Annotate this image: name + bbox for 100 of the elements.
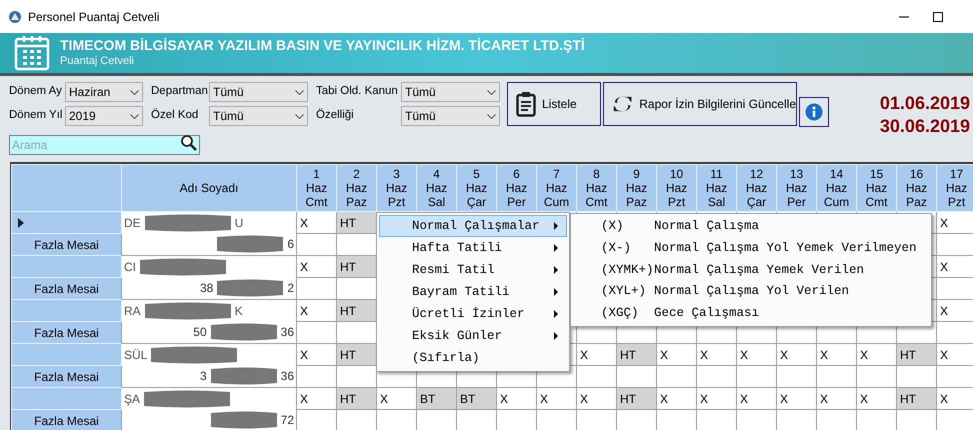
info-button[interactable] bbox=[799, 97, 829, 127]
dropdown[interactable]: Tümü bbox=[401, 106, 500, 126]
day-cell[interactable]: X bbox=[656, 388, 696, 410]
id-fragment: 36 bbox=[280, 368, 294, 385]
redaction-blot bbox=[215, 235, 286, 253]
chevron-down-icon bbox=[487, 114, 496, 118]
chevron-down-icon bbox=[295, 90, 304, 94]
day-cell[interactable]: X bbox=[936, 212, 973, 234]
start-date: 01.06.2019 bbox=[880, 92, 970, 115]
column-header: 12 Haz Çar bbox=[736, 164, 776, 212]
day-cell[interactable]: X bbox=[296, 388, 336, 410]
menu-item[interactable]: Normal Çalışmalar bbox=[379, 215, 567, 237]
day-cell[interactable]: X bbox=[696, 388, 736, 410]
redaction-blot bbox=[215, 279, 286, 297]
day-cell[interactable]: X bbox=[576, 344, 616, 366]
menu-item[interactable]: (X) Normal Çalışma bbox=[571, 216, 931, 238]
row-header[interactable] bbox=[12, 212, 122, 234]
id-fragment: 36 bbox=[280, 324, 294, 341]
day-cell[interactable]: X bbox=[376, 388, 416, 410]
day-cell[interactable]: X bbox=[936, 388, 973, 410]
dropdown[interactable]: Haziran bbox=[65, 82, 143, 102]
day-cell[interactable]: X bbox=[536, 388, 576, 410]
day-cell[interactable]: X bbox=[736, 344, 776, 366]
menu-item[interactable]: (XGÇ) Gece Çalışması bbox=[571, 302, 931, 324]
submenu-arrow-icon bbox=[554, 222, 558, 230]
submenu-arrow-icon bbox=[554, 244, 558, 252]
day-cell[interactable]: HT bbox=[336, 388, 376, 410]
day-cell[interactable]: X bbox=[296, 300, 336, 322]
submenu-arrow-icon bbox=[554, 288, 558, 296]
day-cell[interactable]: X bbox=[776, 388, 816, 410]
day-cell[interactable]: HT bbox=[616, 388, 656, 410]
id-fragment: 72 bbox=[280, 412, 294, 429]
day-cell[interactable]: BT bbox=[416, 388, 456, 410]
menu-item[interactable]: Resmi Tatil bbox=[379, 259, 567, 281]
maximize-icon[interactable] bbox=[933, 12, 943, 22]
row-header[interactable]: Fazla Mesai bbox=[12, 322, 122, 344]
day-cell[interactable]: X bbox=[776, 344, 816, 366]
day-cell[interactable]: HT bbox=[336, 212, 376, 234]
day-cell[interactable]: X bbox=[296, 344, 336, 366]
column-header: 2 Haz Paz bbox=[336, 164, 376, 212]
day-cell[interactable]: X bbox=[736, 388, 776, 410]
name-fragment: U bbox=[234, 215, 244, 232]
menu-item[interactable]: (XYMK+)Normal Çalışma Yemek Verilen bbox=[571, 259, 931, 281]
dropdown[interactable]: Tümü bbox=[209, 82, 308, 102]
page-subtitle: Puantaj Cetveli bbox=[60, 54, 135, 69]
company-title: TIMECOM BİLGİSAYAR YAZILIM BASIN VE YAYINCILIK HİZM. TİCARET LTD.ŞTİ bbox=[60, 37, 585, 55]
day-cell[interactable]: X bbox=[936, 344, 973, 366]
day-cell[interactable]: X bbox=[936, 256, 973, 278]
list-button[interactable]: Listele bbox=[507, 82, 601, 126]
day-cell[interactable]: BT bbox=[456, 388, 496, 410]
column-header: 6 Haz Per bbox=[496, 164, 536, 212]
row-header[interactable] bbox=[12, 256, 122, 278]
menu-item[interactable]: Eksik Günler bbox=[379, 325, 567, 347]
name-fragment: RA bbox=[124, 303, 141, 320]
day-cell[interactable]: X bbox=[816, 344, 856, 366]
day-cell[interactable]: X bbox=[296, 256, 336, 278]
day-cell[interactable]: X bbox=[496, 388, 536, 410]
day-cell[interactable]: HT bbox=[896, 388, 936, 410]
day-cell[interactable]: X bbox=[656, 344, 696, 366]
day-cell[interactable]: HT bbox=[896, 344, 936, 366]
menu-item[interactable]: (XYL+) Normal Çalışma Yol Verilen bbox=[571, 280, 931, 302]
column-header: 8 Haz Cmt bbox=[576, 164, 616, 212]
day-cell[interactable]: X bbox=[576, 388, 616, 410]
column-header: 15 Haz Cmt bbox=[856, 164, 896, 212]
day-cell[interactable]: X bbox=[296, 212, 336, 234]
day-cell[interactable]: HT bbox=[336, 344, 376, 366]
row-header[interactable]: Fazla Mesai bbox=[12, 278, 122, 300]
dropdown[interactable]: 2019 bbox=[65, 106, 143, 126]
field-label: Dönem Yıl bbox=[9, 108, 64, 124]
dropdown[interactable]: Tümü bbox=[209, 106, 308, 126]
column-header: 11 Haz Sal bbox=[696, 164, 736, 212]
info-icon bbox=[805, 103, 823, 121]
refresh-button[interactable]: Rapor İzin Bilgilerini Güncelle bbox=[603, 82, 797, 126]
day-cell[interactable]: X bbox=[816, 388, 856, 410]
row-header[interactable]: Fazla Mesai bbox=[12, 234, 122, 256]
menu-item[interactable]: (X-) Normal Çalışma Yol Yemek Verilmeyen bbox=[571, 238, 931, 260]
calendar-icon bbox=[14, 35, 50, 71]
menu-item[interactable]: Hafta Tatili bbox=[379, 237, 567, 259]
day-cell[interactable]: X bbox=[856, 344, 896, 366]
row-header[interactable] bbox=[12, 344, 122, 366]
row-header[interactable]: Fazla Mesai bbox=[12, 410, 122, 430]
row-header[interactable]: Fazla Mesai bbox=[12, 366, 122, 388]
menu-item[interactable]: (Sıfırla) bbox=[379, 347, 567, 369]
day-cell[interactable]: X bbox=[856, 388, 896, 410]
day-cell[interactable]: HT bbox=[616, 344, 656, 366]
day-cell[interactable]: HT bbox=[336, 300, 376, 322]
chevron-down-icon bbox=[130, 90, 139, 94]
id-fragment: 3 bbox=[200, 368, 207, 385]
column-header: 5 Haz Çar bbox=[456, 164, 496, 212]
menu-item[interactable]: Ücretli İzinler bbox=[379, 303, 567, 325]
day-cell[interactable]: HT bbox=[336, 256, 376, 278]
search-field[interactable]: Arama bbox=[9, 135, 200, 155]
name-fragment: SÜL bbox=[124, 347, 148, 364]
dropdown[interactable]: Tümü bbox=[401, 82, 500, 102]
row-header[interactable] bbox=[12, 300, 122, 322]
row-header[interactable] bbox=[12, 388, 122, 410]
search-icon[interactable] bbox=[180, 134, 197, 151]
day-cell[interactable]: X bbox=[936, 300, 973, 322]
menu-item[interactable]: Bayram Tatili bbox=[379, 281, 567, 303]
day-cell[interactable]: X bbox=[696, 344, 736, 366]
